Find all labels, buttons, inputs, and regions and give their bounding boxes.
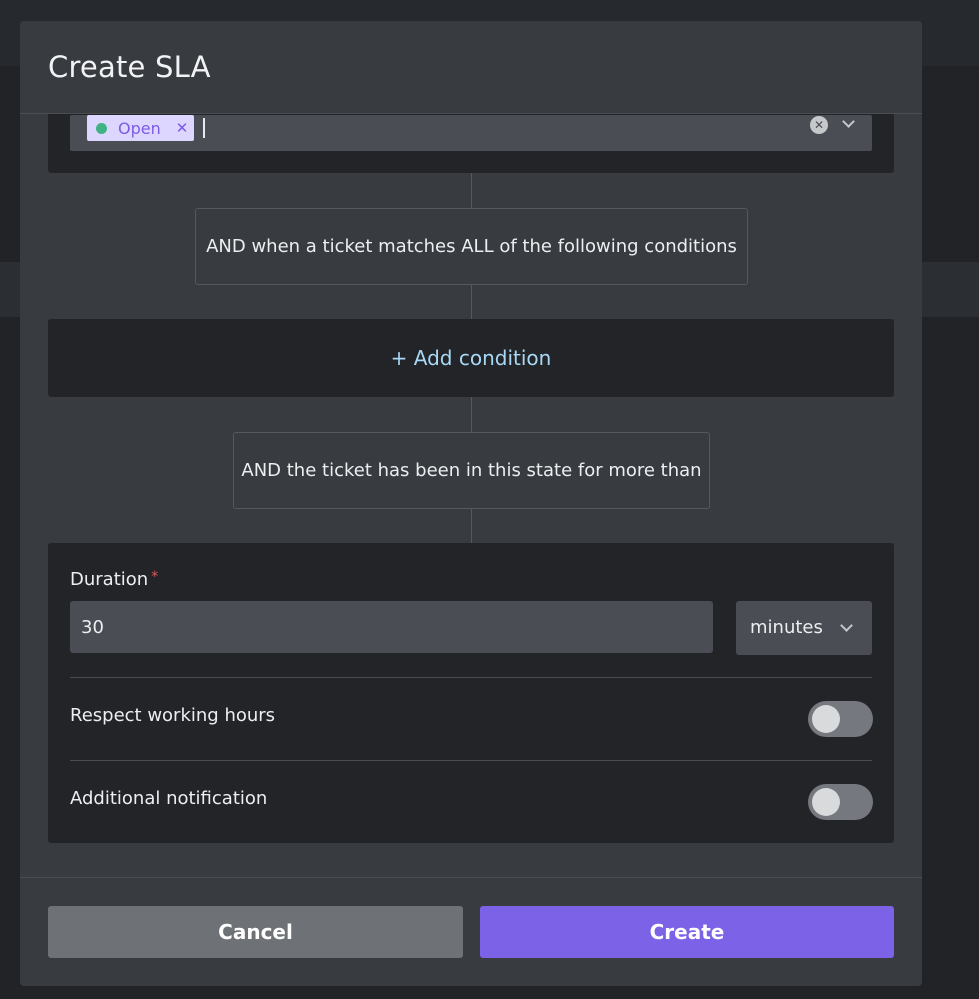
add-condition-button[interactable]: + Add condition — [48, 319, 894, 397]
additional-notification-toggle[interactable] — [808, 784, 873, 820]
status-chip-label: Open — [118, 118, 161, 138]
divider — [70, 760, 872, 761]
modal-title: Create SLA — [48, 50, 211, 84]
respect-working-hours-label: Respect working hours — [70, 705, 276, 726]
create-button[interactable]: Create — [480, 906, 894, 958]
add-condition-label: + Add condition — [390, 346, 552, 370]
modal-header: Create SLA — [20, 21, 922, 114]
match-conditions-label: AND when a ticket matches ALL of the fol… — [195, 208, 748, 285]
chevron-down-icon — [840, 619, 853, 632]
duration-card: Duration* minutes Respect working hours … — [48, 543, 894, 843]
status-chip: Open ✕ — [87, 115, 194, 141]
connector-line — [471, 509, 472, 543]
duration-input[interactable] — [70, 601, 713, 653]
duration-unit-label: minutes — [750, 617, 823, 638]
footer-divider — [20, 877, 922, 878]
divider — [70, 677, 872, 678]
connector-line — [471, 397, 472, 432]
respect-working-hours-toggle[interactable] — [808, 701, 873, 737]
clear-icon[interactable]: ✕ — [810, 116, 828, 134]
status-multiselect[interactable]: Open ✕ ✕ — [70, 115, 872, 151]
state-duration-label: AND the ticket has been in this state fo… — [233, 432, 710, 509]
additional-notification-label: Additional notification — [70, 788, 268, 809]
connector-line — [471, 285, 472, 319]
chevron-down-icon[interactable] — [842, 115, 855, 128]
cancel-button[interactable]: Cancel — [48, 906, 463, 958]
connector-line — [471, 173, 472, 208]
duration-unit-select[interactable]: minutes — [736, 601, 872, 655]
toggle-knob — [812, 788, 840, 816]
duration-label: Duration * — [70, 569, 158, 590]
status-dot-icon — [96, 122, 107, 134]
toggle-knob — [812, 705, 840, 733]
duration-label-text: Duration — [70, 569, 149, 590]
text-cursor — [203, 118, 205, 138]
remove-chip-icon[interactable]: ✕ — [176, 119, 189, 137]
create-sla-modal: Open ✕ ✕ Create SLA AND when a ticket ma… — [20, 21, 922, 986]
required-marker: * — [151, 569, 159, 585]
